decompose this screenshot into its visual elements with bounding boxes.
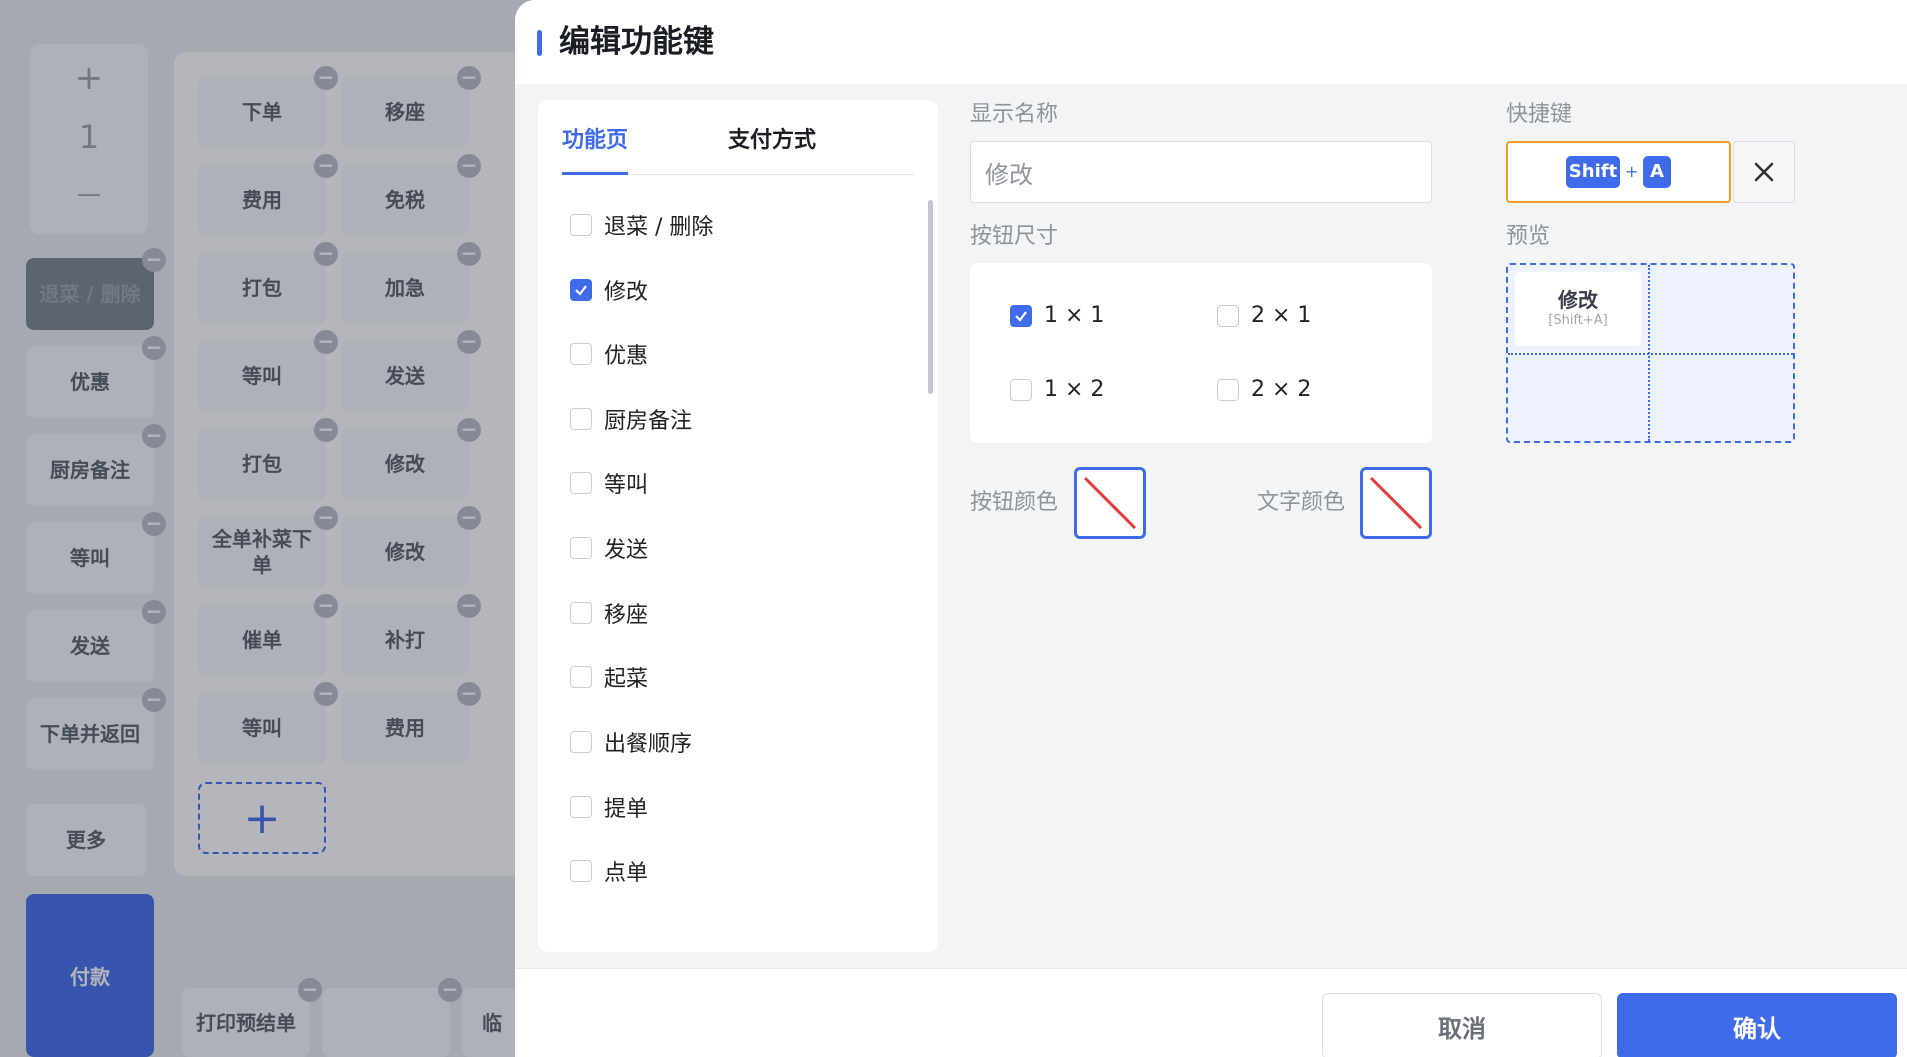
shortcut-key-a: A bbox=[1643, 156, 1671, 188]
function-item[interactable]: 厨房备注 bbox=[570, 399, 692, 439]
drawer-footer: 取消 确认 bbox=[515, 968, 1907, 1057]
clear-shortcut-button[interactable] bbox=[1733, 141, 1795, 203]
no-color-icon bbox=[1369, 476, 1423, 530]
button-color-swatch[interactable] bbox=[1074, 467, 1146, 539]
function-item-label: 移座 bbox=[604, 603, 649, 628]
preview-button-shortcut: [Shift+A] bbox=[1548, 313, 1608, 328]
size-option-label: 2 × 2 bbox=[1251, 377, 1312, 402]
title-accent-bar bbox=[537, 30, 542, 56]
shortcut-input[interactable]: Shift + A bbox=[1506, 141, 1731, 203]
grid-divider bbox=[1508, 353, 1793, 355]
function-item[interactable]: 出餐顺序 bbox=[570, 722, 692, 762]
function-item[interactable]: 修改 bbox=[570, 270, 648, 310]
function-item[interactable]: 优惠 bbox=[570, 334, 648, 374]
function-item[interactable]: 点单 bbox=[570, 851, 648, 891]
function-item[interactable]: 移座 bbox=[570, 593, 648, 633]
function-item-label: 出餐顺序 bbox=[604, 732, 693, 757]
drawer-header: 编辑功能键 bbox=[515, 0, 1907, 84]
close-icon bbox=[1754, 162, 1774, 182]
checkbox-unchecked-icon[interactable] bbox=[570, 472, 592, 494]
size-option-2x1[interactable]: 2 × 1 bbox=[1217, 303, 1311, 328]
function-item-label: 起菜 bbox=[604, 667, 649, 692]
checkbox-unchecked-icon[interactable] bbox=[1217, 304, 1239, 327]
edit-function-key-drawer: 编辑功能键 功能页 支付方式 退菜 / 删除 修改 优惠 厨房备注 等叫 发送 … bbox=[515, 0, 1907, 1057]
tab-function-page[interactable]: 功能页 bbox=[562, 126, 628, 156]
function-item-label: 点单 bbox=[604, 861, 649, 886]
checkbox-unchecked-icon[interactable] bbox=[570, 666, 592, 688]
checkbox-unchecked-icon[interactable] bbox=[570, 602, 592, 624]
display-name-input[interactable] bbox=[970, 141, 1432, 203]
function-item-label: 退菜 / 删除 bbox=[604, 215, 714, 240]
size-option-1x2[interactable]: 1 × 2 bbox=[1010, 377, 1104, 402]
checkbox-unchecked-icon[interactable] bbox=[570, 343, 592, 365]
preview-button: 修改 [Shift+A] bbox=[1515, 272, 1641, 346]
text-color-swatch[interactable] bbox=[1360, 467, 1432, 539]
tab-payment-method[interactable]: 支付方式 bbox=[728, 126, 816, 156]
checkbox-unchecked-icon[interactable] bbox=[570, 731, 592, 753]
function-item-label: 优惠 bbox=[604, 344, 649, 369]
checkbox-checked-icon[interactable] bbox=[570, 279, 592, 301]
size-option-1x1[interactable]: 1 × 1 bbox=[1010, 303, 1104, 328]
button-size-panel: 1 × 1 2 × 1 1 × 2 2 × 2 bbox=[970, 263, 1432, 443]
function-item[interactable]: 起菜 bbox=[570, 657, 648, 697]
shortcut-label: 快捷键 bbox=[1506, 102, 1573, 127]
function-item[interactable]: 发送 bbox=[570, 528, 648, 568]
function-item-label: 提单 bbox=[604, 797, 649, 822]
function-item-label: 修改 bbox=[604, 280, 649, 305]
function-item[interactable]: 提单 bbox=[570, 787, 648, 827]
checkbox-unchecked-icon[interactable] bbox=[570, 860, 592, 882]
preview-button-name: 修改 bbox=[1558, 288, 1598, 312]
function-item[interactable]: 退菜 / 删除 bbox=[570, 205, 713, 245]
preview-label: 预览 bbox=[1506, 224, 1551, 249]
button-size-label: 按钮尺寸 bbox=[970, 224, 1059, 249]
size-option-label: 1 × 2 bbox=[1044, 377, 1105, 402]
function-item-label: 等叫 bbox=[604, 473, 649, 498]
checkbox-unchecked-icon[interactable] bbox=[570, 408, 592, 430]
function-list-scrollbar[interactable] bbox=[928, 200, 933, 394]
shortcut-plus: + bbox=[1625, 162, 1639, 181]
size-option-label: 1 × 1 bbox=[1044, 303, 1105, 328]
shortcut-key-shift: Shift bbox=[1566, 156, 1620, 188]
no-color-icon bbox=[1083, 476, 1137, 530]
function-list-panel: 功能页 支付方式 退菜 / 删除 修改 优惠 厨房备注 等叫 发送 移座 起菜 … bbox=[538, 100, 938, 952]
checkbox-unchecked-icon[interactable] bbox=[570, 796, 592, 818]
confirm-button[interactable]: 确认 bbox=[1617, 993, 1897, 1057]
checkbox-unchecked-icon[interactable] bbox=[1217, 378, 1239, 401]
drawer-title: 编辑功能键 bbox=[559, 24, 714, 60]
cancel-button[interactable]: 取消 bbox=[1322, 993, 1602, 1057]
function-item-label: 厨房备注 bbox=[604, 409, 693, 434]
function-item[interactable]: 等叫 bbox=[570, 463, 648, 503]
display-name-label: 显示名称 bbox=[970, 102, 1059, 127]
checkbox-unchecked-icon[interactable] bbox=[570, 537, 592, 559]
checkbox-checked-icon[interactable] bbox=[1010, 304, 1032, 327]
preview-grid: 修改 [Shift+A] bbox=[1506, 263, 1795, 443]
button-color-label: 按钮颜色 bbox=[970, 490, 1059, 515]
function-item-label: 发送 bbox=[604, 538, 649, 563]
checkbox-unchecked-icon[interactable] bbox=[1010, 378, 1032, 401]
size-option-label: 2 × 1 bbox=[1251, 303, 1312, 328]
size-option-2x2[interactable]: 2 × 2 bbox=[1217, 377, 1311, 402]
text-color-label: 文字颜色 bbox=[1257, 490, 1346, 515]
checkbox-unchecked-icon[interactable] bbox=[570, 214, 592, 236]
active-tab-indicator bbox=[562, 172, 628, 175]
